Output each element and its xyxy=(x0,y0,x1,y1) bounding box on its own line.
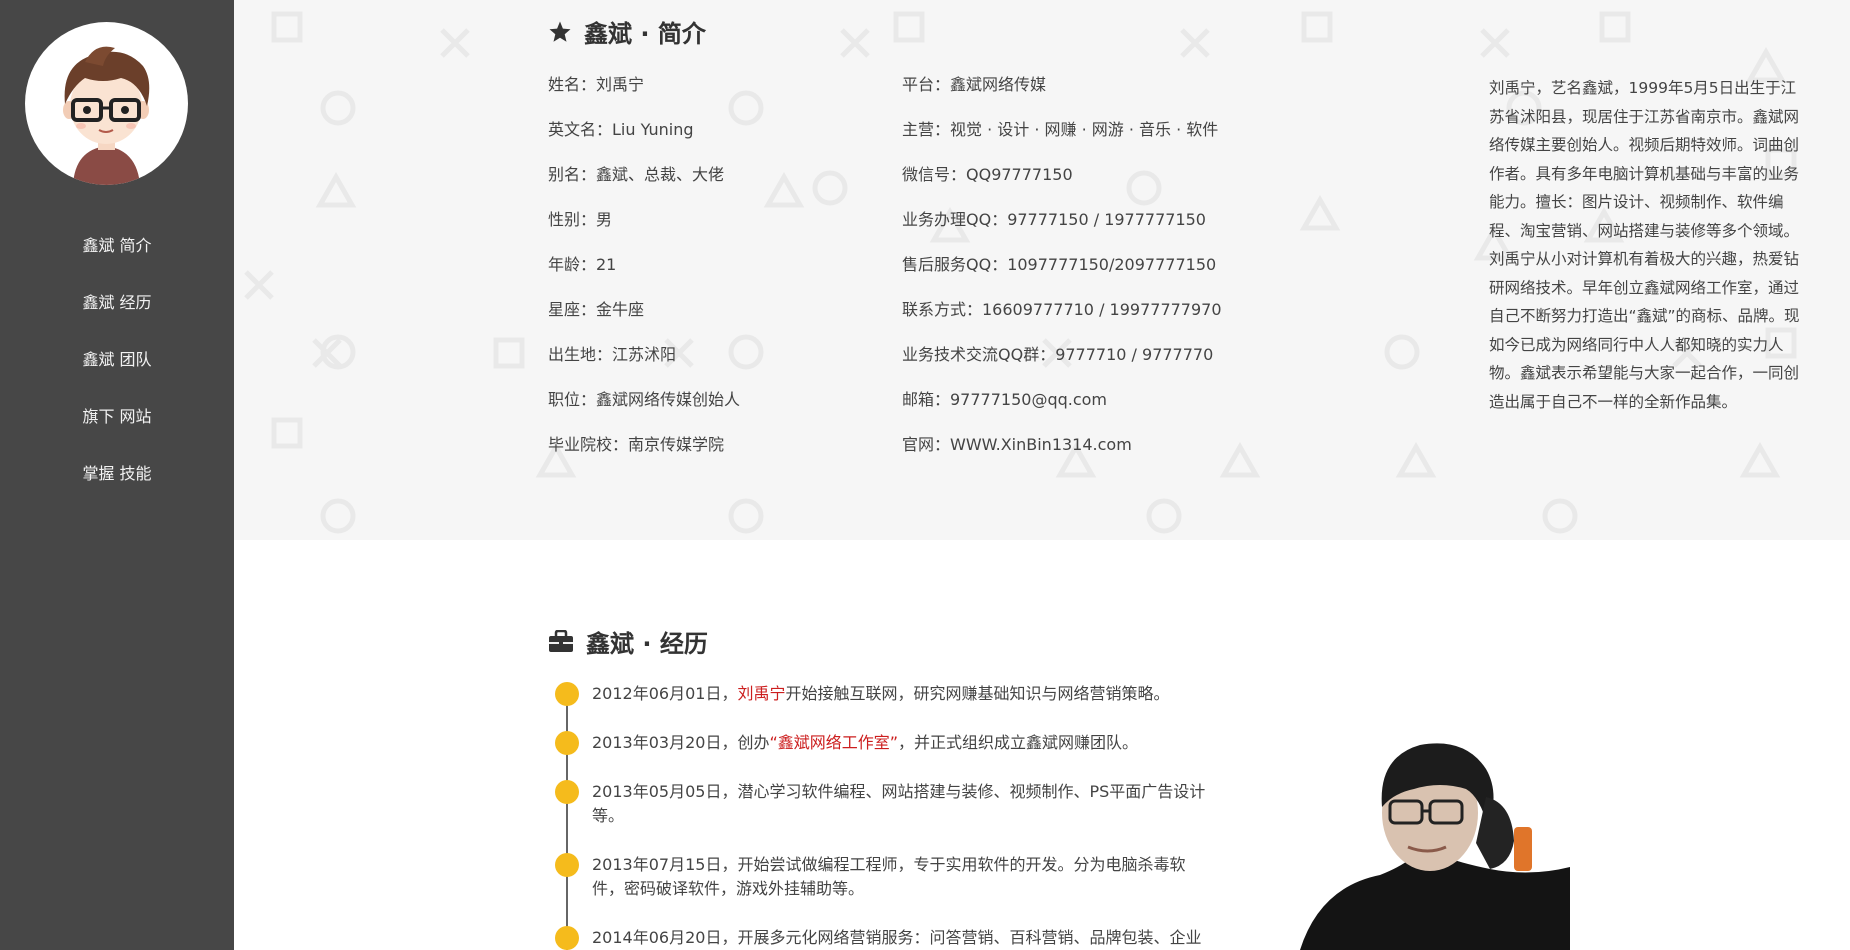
info-english-name: 英文名：Liu Yuning xyxy=(548,120,694,139)
info-platform: 平台：鑫斌网络传媒 xyxy=(902,75,1047,94)
info-zodiac: 星座：金牛座 xyxy=(548,300,645,319)
timeline-dot xyxy=(555,926,579,950)
intro-section: 鑫斌 · 简介 姓名：刘禹宁 英文名：Liu Yuning 别名：鑫斌、总裁、大… xyxy=(234,0,1850,540)
info-age: 年龄：21 xyxy=(548,255,617,274)
sidebar-nav: 鑫斌 简介 鑫斌 经历 鑫斌 团队 旗下 网站 掌握 技能 xyxy=(0,234,234,519)
intro-title: 鑫斌 · 简介 xyxy=(548,14,706,49)
info-wechat: 微信号：QQ97777150 xyxy=(902,165,1073,184)
info-email: 邮箱：97777150@qq.com xyxy=(902,390,1108,409)
info-business-qq: 业务办理QQ：97777150 / 1977777150 xyxy=(902,210,1206,229)
portrait-photo xyxy=(1300,743,1570,950)
nav-item-websites[interactable]: 旗下 网站 xyxy=(0,405,234,462)
sidebar: 鑫斌 简介 鑫斌 经历 鑫斌 团队 旗下 网站 掌握 技能 xyxy=(0,0,234,950)
bio-paragraph: 刘禹宁，艺名鑫斌，1999年5月5日出生于江苏省沭阳县，现居住于江苏省南京市。鑫… xyxy=(1489,79,1800,411)
timeline-text: 2013年07月15日，开始尝试做编程工程师，专于实用软件的开发。分为电脑杀毒软… xyxy=(592,855,1186,898)
timeline-dot xyxy=(555,731,579,755)
timeline-text: 2013年05月05日，潜心学习软件编程、网站搭建与装修、视频制作、PS平面广告… xyxy=(592,782,1206,825)
nav-item-skills[interactable]: 掌握 技能 xyxy=(0,462,234,519)
info-school: 毕业院校：南京传媒学院 xyxy=(548,435,725,454)
info-website: 官网：WWW.XinBin1314.com xyxy=(902,435,1132,454)
info-gender: 性别：男 xyxy=(548,210,613,229)
experience-title-text: 鑫斌 · 经历 xyxy=(586,630,708,658)
info-support-qq: 售后服务QQ：1097777150/2097777150 xyxy=(902,255,1217,274)
timeline-text: 2013年03月20日，创办“鑫斌网络工作室”，并正式组织成立鑫斌网赚团队。 xyxy=(592,733,1139,752)
nav-item-experience[interactable]: 鑫斌 经历 xyxy=(0,291,234,348)
avatar xyxy=(25,22,188,185)
info-birthplace: 出生地：江苏沭阳 xyxy=(548,345,677,364)
info-position: 职位：鑫斌网络传媒创始人 xyxy=(548,390,741,409)
info-alias: 别名：鑫斌、总裁、大佬 xyxy=(548,165,725,184)
cartoon-avatar-illustration xyxy=(63,46,150,185)
nav-item-intro[interactable]: 鑫斌 简介 xyxy=(0,234,234,291)
info-column-personal: 姓名：刘禹宁 英文名：Liu Yuning 别名：鑫斌、总裁、大佬 性别：男 年… xyxy=(548,74,740,479)
info-qq-group: 业务技术交流QQ群：9777710 / 9777770 xyxy=(902,345,1214,364)
intro-title-text: 鑫斌 · 简介 xyxy=(584,20,706,48)
info-main-business: 主营：视觉 · 设计 · 网赚 · 网游 · 音乐 · 软件 xyxy=(902,120,1219,139)
info-name: 姓名：刘禹宁 xyxy=(548,75,645,94)
timeline-dot xyxy=(555,682,579,706)
timeline-dot xyxy=(555,780,579,804)
briefcase-icon xyxy=(549,629,573,652)
timeline-text: 2012年06月01日，刘禹宁开始接触互联网，研究网赚基础知识与网络营销策略。 xyxy=(592,684,1170,703)
star-icon xyxy=(549,21,571,42)
info-phone: 联系方式：16609777710 / 19977777970 xyxy=(902,300,1222,319)
timeline-text: 2014年06月20日，开展多元化网络营销服务：问答营销、百科营销、品牌包装、企… xyxy=(592,928,1202,947)
nav-item-team[interactable]: 鑫斌 团队 xyxy=(0,348,234,405)
experience-title: 鑫斌 · 经历 xyxy=(548,624,708,659)
timeline-dot xyxy=(555,853,579,877)
info-column-business: 平台：鑫斌网络传媒 主营：视觉 · 设计 · 网赚 · 网游 · 音乐 · 软件… xyxy=(902,74,1222,479)
